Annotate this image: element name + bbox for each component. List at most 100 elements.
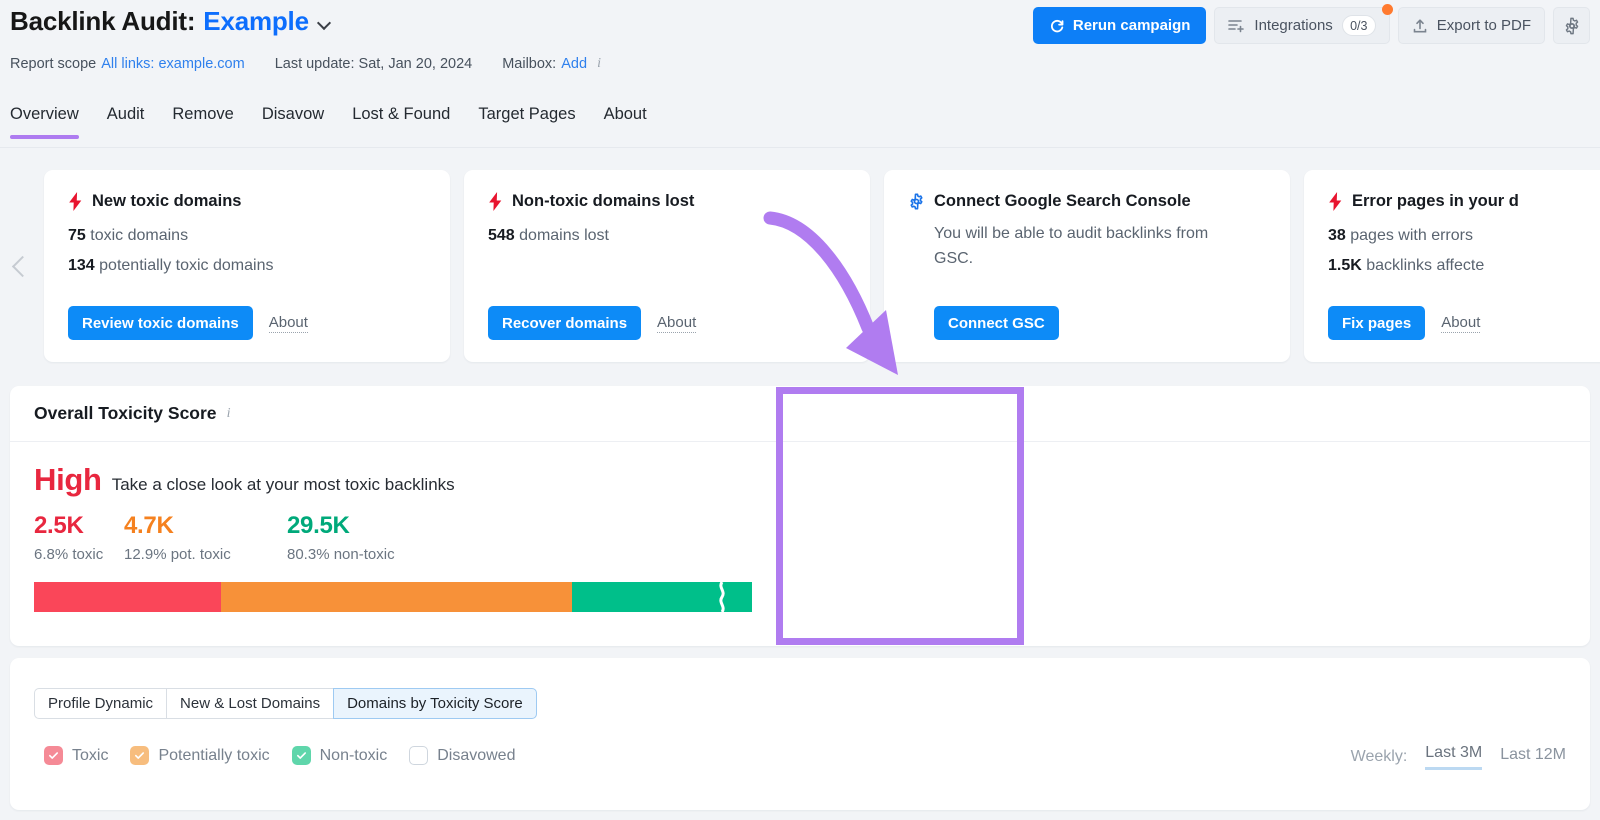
checkbox-checked-icon [130,746,150,765]
card-non-toxic-domains-lost[interactable]: Non-toxic domains lost 548 domains lost … [464,170,870,362]
stat-label: 80.3% non-toxic [287,546,395,563]
info-icon[interactable]: i [222,406,236,421]
toxicity-verdict-note: Take a close look at your most toxic bac… [111,475,455,494]
card-line-1: 38 pages with errors [1328,221,1600,251]
filter-label: Potentially toxic [158,746,270,764]
integrations-button[interactable]: Integrations 0/3 [1214,4,1393,44]
page-header: Backlink Audit: Example Report scope All… [0,0,1600,92]
card-line-2-value: 1.5K [1328,257,1362,274]
header-meta: Report scope All links: example.com Last… [10,56,606,72]
period-last-12m[interactable]: Last 12M [1500,746,1566,769]
filter-potentially-toxic[interactable]: Potentially toxic [130,746,270,765]
filter-toxic[interactable]: Toxic [44,746,108,765]
rerun-campaign-label: Rerun campaign [1072,17,1191,34]
card-line-2: 134 potentially toxic domains [68,251,426,281]
filter-plus-icon [1228,20,1245,33]
panel-header: Overall Toxicity Score i [10,386,1590,442]
card-line-2-text: potentially toxic domains [99,257,274,274]
page-title: Backlink Audit: Example [10,6,332,37]
export-to-pdf-button[interactable]: Export to PDF [1397,7,1545,44]
card-title: Non-toxic domains lost [512,192,695,210]
checkbox-unchecked-icon [409,746,429,765]
stat-toxic: 2.5K 6.8% toxic [34,512,124,563]
bar-segment-toxic [34,582,221,612]
chart-tab-profile-dynamic[interactable]: Profile Dynamic [34,688,167,719]
review-toxic-domains-button[interactable]: Review toxic domains [68,306,253,340]
filter-non-toxic[interactable]: Non-toxic [291,746,388,765]
stat-label: 6.8% toxic [34,546,104,563]
overall-toxicity-panel: Overall Toxicity Score i High Take a clo… [10,386,1590,646]
page-title-project[interactable]: Example [203,6,309,37]
insight-cards-carousel: New toxic domains 75 toxic domains 134 p… [0,160,1600,372]
stat-value: 29.5K [287,512,350,539]
filter-label: Disavowed [437,746,516,764]
gear-blue-icon [910,193,923,210]
checkbox-checked-icon [44,746,63,765]
chevron-down-icon[interactable] [319,17,332,30]
stat-value: 4.7K [124,512,174,539]
carousel-prev-button[interactable] [0,160,44,372]
settings-button[interactable] [1553,7,1590,44]
notification-dot-icon [1381,4,1393,15]
tab-target-pages[interactable]: Target Pages [478,105,575,139]
report-scope-value[interactable]: All links: example.com [101,56,244,72]
stat-potentially-toxic: 4.7K 12.9% pot. toxic [124,512,287,563]
toxicity-summary: High Take a close look at your most toxi… [34,462,764,563]
bolt-icon [69,192,82,211]
fix-pages-button[interactable]: Fix pages [1328,306,1426,340]
tab-about[interactable]: About [604,105,647,139]
period-selector: Weekly: Last 3M Last 12M [1351,744,1566,770]
card-error-pages[interactable]: Error pages in your d 38 pages with erro… [1304,170,1600,362]
report-scope-label: Report scope [10,56,97,72]
stat-value: 2.5K [34,512,84,539]
backlink-audit-page: Backlink Audit: Example Report scope All… [0,0,1600,820]
toxicity-distribution-bar [34,582,752,612]
card-line-2-text: backlinks affecte [1366,257,1485,274]
connect-gsc-button[interactable]: Connect GSC [934,306,1059,340]
tab-audit[interactable]: Audit [107,105,145,139]
card-line-1-text: domains lost [519,227,609,244]
gear-icon [1565,17,1578,34]
chevron-left-icon [11,255,33,277]
card-title: Error pages in your d [1352,192,1519,210]
card-about-link[interactable]: About [268,314,308,333]
period-last-3m[interactable]: Last 3M [1425,744,1483,770]
card-new-toxic-domains[interactable]: New toxic domains 75 toxic domains 134 p… [44,170,450,362]
card-title: New toxic domains [92,192,242,210]
tab-overview[interactable]: Overview [10,105,79,139]
card-line-1-text: toxic domains [90,227,189,244]
filter-label: Toxic [72,746,109,764]
card-line-1: 548 domains lost [488,221,846,251]
bar-break-icon [719,582,725,612]
stat-non-toxic: 29.5K 80.3% non-toxic [287,512,487,563]
toxicity-stats: 2.5K 6.8% toxic 4.7K 12.9% pot. toxic 29… [34,512,764,563]
card-title: Connect Google Search Console [934,192,1191,210]
tab-lost-and-found[interactable]: Lost & Found [352,105,450,139]
header-actions: Rerun campaign Integrations 0/3 Export t… [1032,4,1590,44]
info-icon[interactable]: i [592,57,606,71]
refresh-icon [1050,19,1064,32]
mailbox-add-link[interactable]: Add [561,56,587,72]
chart-tab-domains-by-toxicity-score[interactable]: Domains by Toxicity Score [333,688,537,719]
card-connect-gsc[interactable]: Connect Google Search Console You will b… [884,170,1290,362]
filter-disavowed[interactable]: Disavowed [409,746,515,765]
card-about-link[interactable]: About [1441,314,1481,333]
main-nav: Overview Audit Remove Disavow Lost & Fou… [0,105,1600,148]
chart-tab-new-and-lost-domains[interactable]: New & Lost Domains [166,688,334,719]
chart-tab-group: Profile Dynamic New & Lost Domains Domai… [34,688,537,719]
checkbox-checked-icon [291,746,311,765]
bolt-icon [489,192,502,211]
panel-title: Overall Toxicity Score [34,403,217,423]
last-update: Last update: Sat, Jan 20, 2024 [274,56,473,72]
bar-segment-potentially-toxic [220,582,573,612]
tab-disavow[interactable]: Disavow [262,105,324,139]
card-description: You will be able to audit backlinks from… [934,225,1209,267]
recover-domains-button[interactable]: Recover domains [488,306,642,340]
card-line-1-value: 548 [488,227,515,244]
card-about-link[interactable]: About [657,314,697,333]
tab-remove[interactable]: Remove [172,105,233,139]
rerun-campaign-button[interactable]: Rerun campaign [1032,7,1207,44]
card-line-1-text: pages with errors [1350,227,1473,244]
filter-label: Non-toxic [319,746,388,764]
integrations-count-badge: 0/3 [1341,15,1376,36]
